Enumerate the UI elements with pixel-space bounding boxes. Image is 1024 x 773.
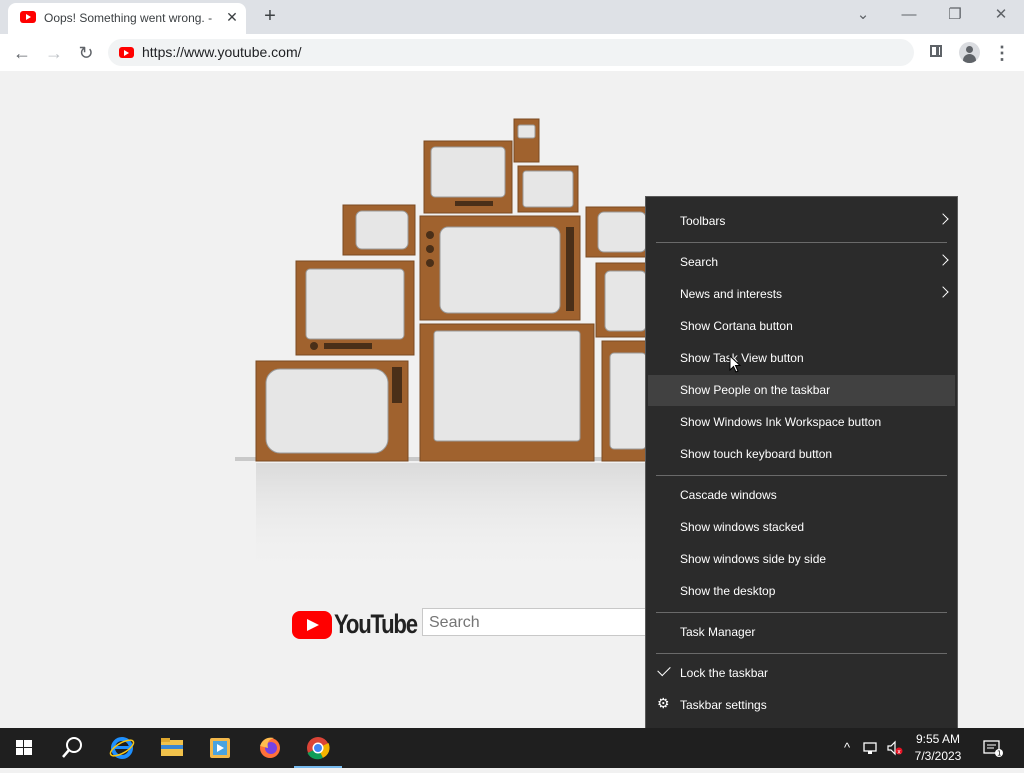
tv-knob [426,245,434,253]
menu-item-task-manager[interactable]: Task Manager [648,617,955,648]
menu-item-toolbars[interactable]: Toolbars [648,206,955,237]
gear-icon: ⚙ [657,695,670,711]
menu-item-show-the-desktop[interactable]: Show the desktop [648,576,955,607]
tv-screen [430,146,506,198]
menu-item-show-cortana-button[interactable]: Show Cortana button [648,311,955,342]
search-icon [62,737,82,758]
search-input[interactable]: Search [422,608,662,636]
firefox-icon [260,737,280,758]
chevron-right-icon [937,254,949,266]
action-center-notification-icon[interactable]: 1 [982,738,1003,758]
menu-item-taskbar-settings[interactable]: ⚙ Taskbar settings [648,690,955,721]
svg-text:1: 1 [997,750,1001,758]
tv-screen [355,210,409,250]
menu-separator [656,242,947,243]
tv-knob [426,259,434,267]
taskbar: ^ x 9:55 AM 7/3/2023 1 [0,728,1024,768]
tv-screen [439,226,561,314]
tab-title: Oops! Something went wrong. - [44,11,213,25]
taskbar-context-menu: Toolbars Search News and interests Show … [645,196,958,730]
menu-item-show-windows-side-by-side[interactable]: Show windows side by side [648,544,955,575]
menu-separator [656,653,947,654]
tab-search-chevron-down-icon[interactable]: ⌄ [849,4,877,26]
menu-item-search[interactable]: Search [648,247,955,278]
taskbar-file-explorer[interactable] [148,728,196,768]
tv-screen [604,270,647,332]
profile-avatar-icon[interactable] [959,42,980,63]
tab-close-icon[interactable]: ✕ [223,8,241,26]
tv-knob [426,231,434,239]
media-player-icon [210,738,230,758]
taskbar-firefox[interactable] [246,728,294,768]
network-icon[interactable] [862,738,880,758]
youtube-logo-text: YouTube [334,609,418,639]
tv-screen [265,368,389,454]
tv-screen [305,268,405,340]
tv-detail [455,201,493,206]
reload-icon[interactable]: ↻ [74,41,98,65]
mouse-cursor-icon [729,355,742,373]
minimize-button[interactable]: — [895,4,923,26]
taskbar-internet-explorer[interactable] [98,728,146,768]
windows-start-button[interactable] [0,728,48,768]
restore-button[interactable]: ❐ [941,4,969,26]
close-window-button[interactable]: ✕ [987,4,1015,26]
youtube-favicon-icon [20,11,36,23]
menu-item-show-touch-keyboard-button[interactable]: Show touch keyboard button [648,439,955,470]
browser-toolbar: ← → ↻ https://www.youtube.com/ ⋮ [0,34,1024,72]
internet-explorer-icon [109,737,135,759]
tab-strip: Oops! Something went wrong. - ✕ + ⌄ — ❐ … [0,0,1024,34]
taskbar-clock-date[interactable]: 7/3/2023 [904,749,972,763]
tv-screen [522,170,574,208]
kebab-menu-icon[interactable]: ⋮ [993,42,1011,64]
tv-reflection [256,463,646,573]
taskbar-search-button[interactable] [48,728,96,768]
address-bar[interactable]: https://www.youtube.com/ [108,39,914,66]
menu-item-show-people-on-taskbar[interactable]: Show People on the taskbar [648,375,955,406]
checkmark-icon [657,662,671,677]
youtube-site-icon [119,47,134,58]
menu-separator [656,475,947,476]
tv-screen [433,330,581,442]
menu-item-news-and-interests[interactable]: News and interests [648,279,955,310]
tv-screen [597,211,647,253]
back-arrow-icon[interactable]: ← [10,41,34,65]
taskbar-media-player[interactable] [196,728,244,768]
chevron-right-icon [937,286,949,298]
tv-detail [566,227,574,311]
taskbar-clock-time[interactable]: 9:55 AM [904,732,972,746]
tv-knob [310,342,318,350]
menu-item-show-windows-ink-workspace-button[interactable]: Show Windows Ink Workspace button [648,407,955,438]
volume-muted-icon[interactable]: x [886,738,904,758]
menu-separator [656,612,947,613]
menu-item-show-windows-stacked[interactable]: Show windows stacked [648,512,955,543]
chrome-icon [307,737,330,760]
chevron-right-icon [937,213,949,225]
file-explorer-icon [161,738,183,756]
menu-item-cascade-windows[interactable]: Cascade windows [648,480,955,511]
youtube-play-icon [292,611,332,639]
url-text[interactable]: https://www.youtube.com/ [142,44,302,60]
menu-item-lock-the-taskbar[interactable]: Lock the taskbar [648,658,955,689]
new-tab-button[interactable]: + [259,5,281,27]
side-panel-icon[interactable] [930,45,942,57]
tv-screen [609,352,647,450]
youtube-logo[interactable]: YouTube [292,609,418,641]
taskbar-chrome[interactable] [294,728,342,768]
forward-arrow-icon[interactable]: → [42,41,66,65]
menu-item-show-task-view-button[interactable]: Show Task View button [648,343,955,374]
windows-start-icon [16,740,32,755]
tv-detail [324,343,372,349]
svg-text:x: x [897,749,901,756]
show-hidden-icons-chevron-up-icon[interactable]: ^ [838,738,856,758]
browser-tab[interactable]: Oops! Something went wrong. - ✕ [8,3,246,34]
tv-detail [392,367,402,403]
tv-screen [517,124,536,139]
